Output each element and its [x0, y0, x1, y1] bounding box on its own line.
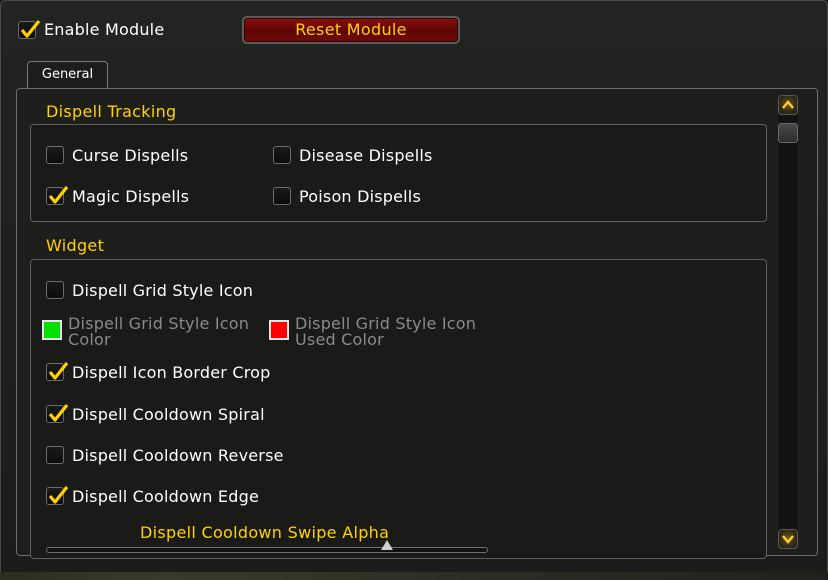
curse-dispells-checkbox[interactable]	[46, 146, 64, 164]
reset-module-button[interactable]: Reset Module	[242, 16, 460, 44]
grid-icon-color-swatch[interactable]	[42, 320, 62, 340]
grid-icon-color-label: Dispell Grid Style Icon Color	[68, 314, 250, 349]
grid-style-icon-checkbox[interactable]	[46, 281, 64, 299]
icon-border-crop-checkbox[interactable]	[46, 362, 69, 381]
checkmark-icon	[48, 362, 69, 380]
checkmark-icon	[48, 186, 69, 204]
enable-module-checkbox[interactable]	[18, 20, 41, 39]
magic-dispells-checkbox[interactable]	[46, 186, 69, 205]
dispell-tracking-title: Dispell Tracking	[46, 102, 177, 121]
cooldown-reverse-label: Dispell Cooldown Reverse	[72, 446, 284, 465]
scrollbar-thumb[interactable]	[778, 123, 798, 143]
checkmark-icon	[48, 404, 69, 422]
cooldown-edge-checkbox[interactable]	[46, 486, 69, 505]
grid-style-icon-label: Dispell Grid Style Icon	[72, 281, 254, 300]
tab-general[interactable]: General	[27, 61, 108, 89]
disease-dispells-label: Disease Dispells	[299, 146, 433, 165]
slider-thumb-icon[interactable]	[381, 540, 393, 550]
poison-dispells-label: Poison Dispells	[299, 187, 421, 206]
poison-dispells-checkbox[interactable]	[273, 187, 291, 205]
cooldown-spiral-label: Dispell Cooldown Spiral	[72, 405, 265, 424]
disease-dispells-checkbox[interactable]	[273, 146, 291, 164]
dispell-tracking-group	[30, 124, 767, 222]
arrow-up-icon	[782, 100, 794, 109]
magic-dispells-label: Magic Dispells	[72, 187, 190, 206]
scrollbar-track[interactable]	[778, 96, 798, 548]
icon-border-crop-label: Dispell Icon Border Crop	[72, 363, 271, 382]
scroll-up-button[interactable]	[778, 95, 798, 115]
checkmark-icon	[20, 20, 41, 38]
scroll-down-button[interactable]	[778, 529, 798, 549]
arrow-down-icon	[782, 535, 794, 544]
grid-icon-used-color-label: Dispell Grid Style Icon Used Color	[295, 314, 477, 349]
widget-title: Widget	[46, 236, 105, 255]
checkmark-icon	[48, 486, 69, 504]
enable-module-label: Enable Module	[44, 20, 165, 39]
curse-dispells-label: Curse Dispells	[72, 146, 189, 165]
cooldown-spiral-checkbox[interactable]	[46, 404, 69, 423]
swipe-alpha-slider[interactable]	[46, 547, 488, 553]
background-scene-strip	[0, 572, 828, 580]
swipe-alpha-label: Dispell Cooldown Swipe Alpha	[140, 523, 390, 542]
grid-icon-used-color-swatch[interactable]	[269, 320, 289, 340]
cooldown-reverse-checkbox[interactable]	[46, 446, 64, 464]
cooldown-edge-label: Dispell Cooldown Edge	[72, 487, 259, 506]
